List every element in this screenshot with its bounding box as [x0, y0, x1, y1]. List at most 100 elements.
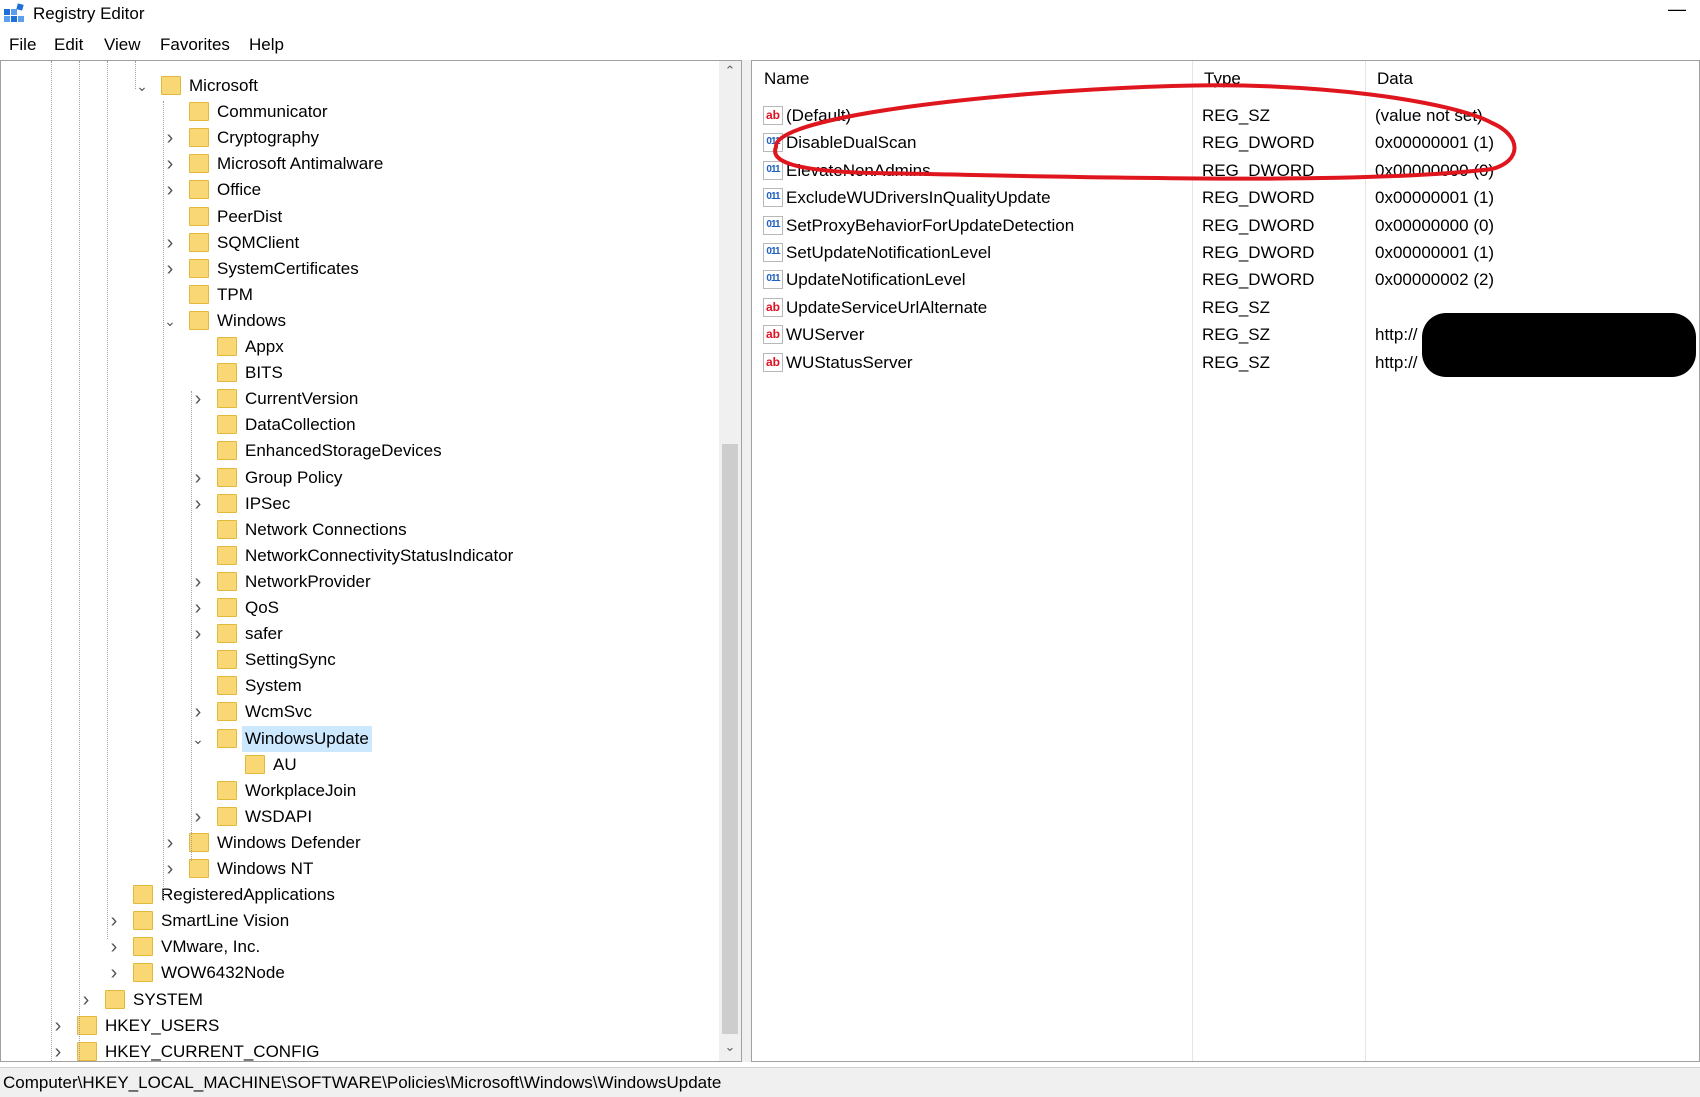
- value-row[interactable]: 011 SetProxyBehaviorForUpdateDetection REG…: [752, 212, 1692, 239]
- value-row[interactable]: 011 SetUpdateNotificationLevel REG_DWORD 0x…: [752, 239, 1692, 266]
- scroll-thumb[interactable]: [722, 444, 738, 1034]
- tree-item-label: SYSTEM: [133, 989, 203, 1009]
- chevron-right-icon[interactable]: ›: [191, 386, 205, 412]
- tree-item-label: WOW6432Node: [161, 963, 285, 983]
- chevron-right-icon[interactable]: ›: [51, 1013, 65, 1039]
- menu-favorites[interactable]: Favorites: [160, 35, 230, 55]
- chevron-right-icon[interactable]: ›: [191, 595, 205, 621]
- chevron-right-icon[interactable]: ›: [191, 491, 205, 517]
- tree-item-label: EnhancedStorageDevices: [245, 441, 442, 461]
- folder-icon: [217, 598, 237, 617]
- value-row[interactable]: 011 ElevateNonAdmins REG_DWORD 0x00000000 (…: [752, 157, 1692, 184]
- tree-guide-line: [191, 391, 192, 861]
- key-tree-pane[interactable]: ⌄ Microsoft Communicator › Cryptography › Micr…: [0, 60, 742, 1062]
- folder-icon: [217, 389, 237, 409]
- tree-item-label: HKEY_CURRENT_CONFIG: [105, 1041, 320, 1061]
- folder-icon: [105, 989, 125, 1009]
- tree-guide-line: [163, 101, 164, 901]
- chevron-right-icon[interactable]: ›: [191, 569, 205, 595]
- registry-editor-icon: [3, 3, 25, 25]
- folder-icon: [217, 571, 237, 591]
- tree-scrollbar[interactable]: ⌃ ⌄: [719, 61, 741, 1061]
- menu-edit[interactable]: Edit: [54, 35, 83, 55]
- chevron-down-icon[interactable]: ⌄: [135, 73, 149, 99]
- chevron-right-icon[interactable]: ›: [107, 934, 121, 960]
- value-type: REG_DWORD: [1202, 133, 1315, 153]
- values-pane[interactable]: Name Type Data ab (Default) REG_SZ (value n…: [751, 60, 1700, 1062]
- tree-item-label: Microsoft: [189, 76, 258, 95]
- tree-item-label: SystemCertificates: [217, 258, 359, 278]
- chevron-right-icon[interactable]: ›: [163, 177, 177, 203]
- folder-icon: [133, 885, 153, 905]
- column-header-data[interactable]: Data: [1365, 61, 1695, 97]
- tree-item-label: CurrentVersion: [245, 389, 359, 409]
- value-data: (value not set): [1375, 106, 1483, 125]
- chevron-down-icon[interactable]: ⌄: [163, 308, 177, 334]
- folder-icon: [133, 937, 153, 957]
- folder-icon: [77, 1041, 97, 1061]
- chevron-right-icon[interactable]: ›: [163, 230, 177, 256]
- folder-icon: [189, 232, 209, 252]
- menu-file[interactable]: File: [9, 35, 36, 55]
- value-name: SetProxyBehaviorForUpdateDetection: [786, 215, 1075, 235]
- redaction-mark: [1422, 313, 1696, 377]
- scroll-down-arrow-icon[interactable]: ⌄: [719, 1039, 741, 1059]
- chevron-right-icon[interactable]: ›: [191, 804, 205, 830]
- chevron-right-icon[interactable]: ›: [163, 256, 177, 282]
- value-name: (Default): [786, 106, 852, 125]
- chevron-right-icon[interactable]: ›: [191, 699, 205, 725]
- dword-value-icon: 011: [763, 188, 783, 208]
- tree-item-label: QoS: [245, 598, 280, 617]
- value-row[interactable]: 011 DisableDualScan REG_DWORD 0x00000001 (1…: [752, 129, 1692, 156]
- chevron-right-icon[interactable]: ›: [107, 960, 121, 986]
- value-row[interactable]: ab (Default) REG_SZ (value not set): [752, 102, 1692, 129]
- scroll-up-arrow-icon[interactable]: ⌃: [719, 63, 741, 83]
- value-row[interactable]: 011 ExcludeWUDriversInQualityUpdate REG_DW…: [752, 184, 1692, 211]
- value-type: REG_SZ: [1202, 352, 1271, 372]
- chevron-right-icon[interactable]: ›: [51, 1039, 65, 1061]
- folder-icon: [189, 206, 209, 226]
- folder-icon: [217, 519, 237, 539]
- dword-value-icon: 011: [763, 133, 783, 153]
- tree-item-label: WorkplaceJoin: [245, 780, 357, 800]
- folder-icon: [217, 650, 237, 670]
- chevron-right-icon[interactable]: ›: [163, 151, 177, 177]
- value-name: WUStatusServer: [786, 352, 913, 372]
- current-key-path: Computer\HKEY_LOCAL_MACHINE\SOFTWARE\Pol…: [3, 1073, 722, 1092]
- folder-icon: [189, 310, 209, 330]
- chevron-right-icon[interactable]: ›: [163, 125, 177, 151]
- tree-guide-line: [51, 61, 52, 1061]
- column-header-name[interactable]: Name: [752, 61, 1192, 97]
- tree-item-label: Windows: [217, 310, 286, 330]
- value-row[interactable]: 011 UpdateNotificationLevel REG_DWORD 0x000…: [752, 266, 1692, 293]
- chevron-right-icon[interactable]: ›: [191, 621, 205, 647]
- folder-icon: [217, 702, 237, 722]
- folder-icon: [217, 415, 237, 435]
- chevron-down-icon[interactable]: ⌄: [191, 726, 205, 752]
- tree-item-label: AU: [273, 754, 297, 774]
- tree-item-label: TPM: [217, 284, 253, 304]
- tree-item-label: BITS: [245, 363, 283, 383]
- column-header-type[interactable]: Type: [1192, 61, 1365, 97]
- chevron-right-icon[interactable]: ›: [79, 987, 93, 1013]
- menu-help[interactable]: Help: [249, 35, 284, 55]
- chevron-right-icon[interactable]: ›: [163, 830, 177, 856]
- chevron-right-icon[interactable]: ›: [163, 856, 177, 882]
- folder-icon: [189, 102, 209, 122]
- tree-item-label: WSDAPI: [245, 806, 313, 826]
- tree-item-label: NetworkConnectivityStatusIndicator: [245, 545, 514, 565]
- menu-view[interactable]: View: [104, 35, 141, 55]
- value-type: REG_DWORD: [1202, 243, 1315, 262]
- chevron-right-icon[interactable]: ›: [107, 908, 121, 934]
- tree-item-label: Cryptography: [217, 128, 320, 148]
- tree-item-label: PeerDist: [217, 206, 283, 226]
- status-bar: Computer\HKEY_LOCAL_MACHINE\SOFTWARE\Pol…: [0, 1067, 1700, 1097]
- minimize-button[interactable]: —: [1662, 0, 1692, 26]
- folder-icon: [217, 676, 237, 696]
- pane-splitter[interactable]: [742, 60, 751, 1062]
- tree-item-label: SmartLine Vision: [161, 911, 290, 931]
- chevron-right-icon[interactable]: ›: [191, 465, 205, 491]
- value-name: WUServer: [786, 325, 865, 345]
- tree-item-label: VMware, Inc.: [161, 937, 261, 957]
- folder-icon: [217, 545, 237, 565]
